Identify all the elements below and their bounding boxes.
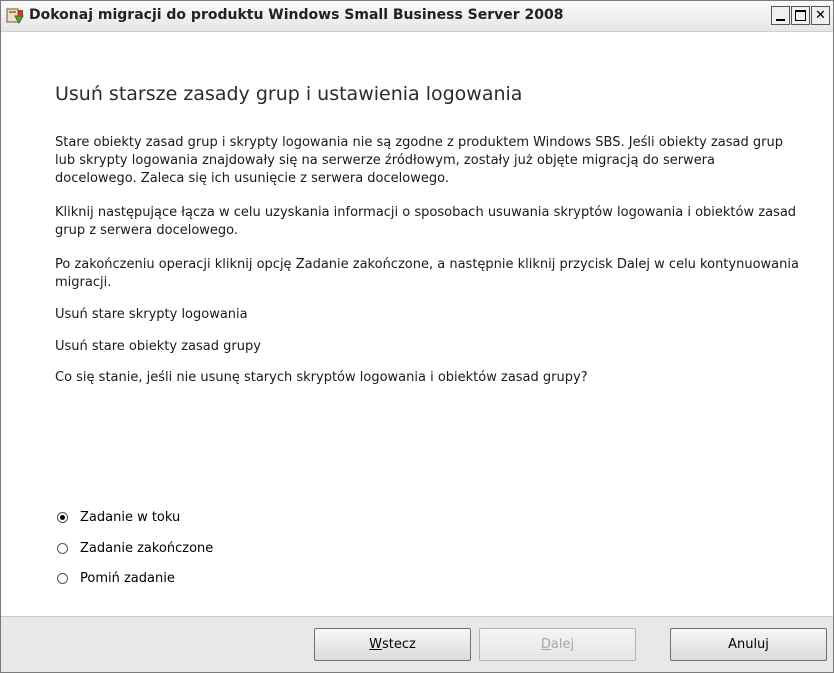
links-info-paragraph: Kliknij następujące łącza w celu uzyskan… — [55, 205, 797, 238]
page-heading: Usuń starsze zasady grup i ustawienia lo… — [55, 83, 523, 105]
radio-unselected-icon — [57, 543, 68, 554]
cancel-button[interactable]: Anuluj — [670, 628, 827, 661]
maximize-icon — [795, 10, 806, 21]
migration-app-icon — [6, 8, 24, 25]
close-icon: ✕ — [815, 8, 826, 23]
radio-label: Zadanie zakończone — [80, 541, 214, 556]
title-bar[interactable]: Dokonaj migracji do produktu Windows Sma… — [1, 1, 833, 32]
radio-task-completed[interactable]: Zadanie zakończone — [57, 541, 213, 556]
radio-skip-task[interactable]: Pomiń zadanie — [57, 571, 175, 586]
completion-instruction-paragraph: Po zakończeniu operacji kliknij opcję Za… — [55, 257, 799, 290]
remove-logon-scripts-link[interactable]: Usuń stare skrypty logowania — [55, 307, 248, 322]
close-button[interactable]: ✕ — [811, 6, 830, 25]
maximize-button[interactable] — [791, 6, 810, 25]
back-button[interactable]: Wstecz — [314, 628, 471, 661]
radio-label: Zadanie w toku — [80, 510, 181, 525]
radio-task-in-progress[interactable]: Zadanie w toku — [57, 510, 180, 525]
remove-gpo-link[interactable]: Usuń stare obiekty zasad grupy — [55, 339, 261, 354]
window-title: Dokonaj migracji do produktu Windows Sma… — [29, 7, 564, 23]
button-bar: Wstecz Dalej Anuluj — [1, 616, 833, 672]
radio-selected-icon — [57, 512, 68, 523]
wizard-window: Dokonaj migracji do produktu Windows Sma… — [0, 0, 834, 673]
radio-label: Pomiń zadanie — [80, 571, 175, 586]
radio-unselected-icon — [57, 573, 68, 584]
next-button[interactable]: Dalej — [479, 628, 636, 661]
intro-paragraph: Stare obiekty zasad grup i skrypty logow… — [55, 135, 783, 186]
window-controls: ✕ — [770, 6, 830, 25]
minimize-icon — [776, 19, 785, 21]
minimize-button[interactable] — [771, 6, 790, 25]
what-if-not-removed-link[interactable]: Co się stanie, jeśli nie usunę starych s… — [55, 370, 588, 385]
